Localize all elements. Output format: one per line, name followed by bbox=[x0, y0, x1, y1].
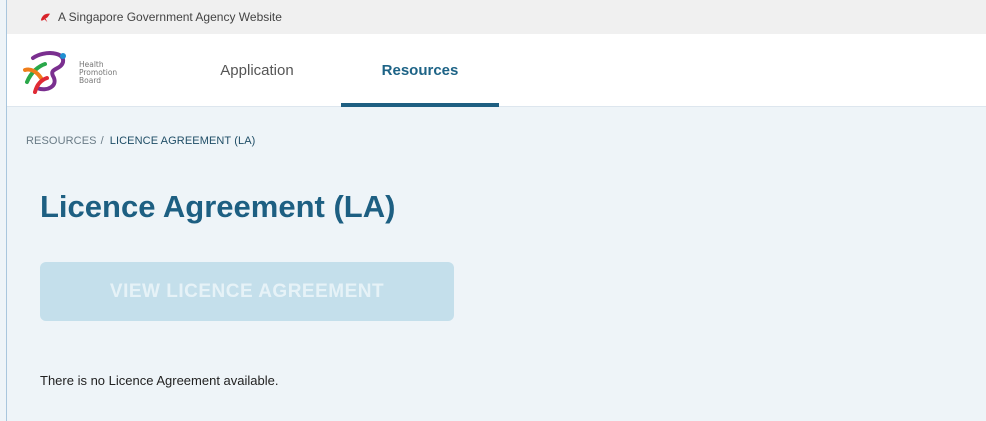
breadcrumb: RESOURCES / LICENCE AGREEMENT (LA) bbox=[26, 135, 255, 147]
view-licence-agreement-button[interactable]: VIEW LICENCE AGREEMENT bbox=[40, 262, 454, 321]
page-title: Licence Agreement (LA) bbox=[40, 189, 396, 224]
active-tab-indicator bbox=[341, 103, 499, 107]
breadcrumb-resources-link[interactable]: RESOURCES bbox=[26, 135, 97, 147]
top-navigation: Health Promotion Board Application Resou… bbox=[7, 34, 986, 107]
breadcrumb-separator: / bbox=[100, 135, 104, 147]
hpb-logo-text: Health Promotion Board bbox=[79, 61, 117, 85]
hpb-logo[interactable]: Health Promotion Board bbox=[19, 48, 129, 94]
singapore-lion-icon bbox=[40, 13, 51, 22]
empty-state-message: There is no Licence Agreement available. bbox=[40, 373, 279, 388]
hpb-logo-mark-icon bbox=[23, 51, 66, 94]
page-frame: A Singapore Government Agency Website He… bbox=[6, 0, 986, 421]
logo-line-board: Board bbox=[79, 76, 102, 85]
nav-tab-resources[interactable]: Resources bbox=[341, 34, 499, 107]
nav-tab-application-label: Application bbox=[220, 61, 294, 79]
nav-tab-application[interactable]: Application bbox=[202, 34, 312, 106]
government-banner-text: A Singapore Government Agency Website bbox=[58, 10, 282, 24]
nav-tab-resources-label: Resources bbox=[381, 61, 459, 79]
government-banner: A Singapore Government Agency Website bbox=[7, 0, 986, 34]
breadcrumb-current: LICENCE AGREEMENT (LA) bbox=[109, 135, 256, 147]
